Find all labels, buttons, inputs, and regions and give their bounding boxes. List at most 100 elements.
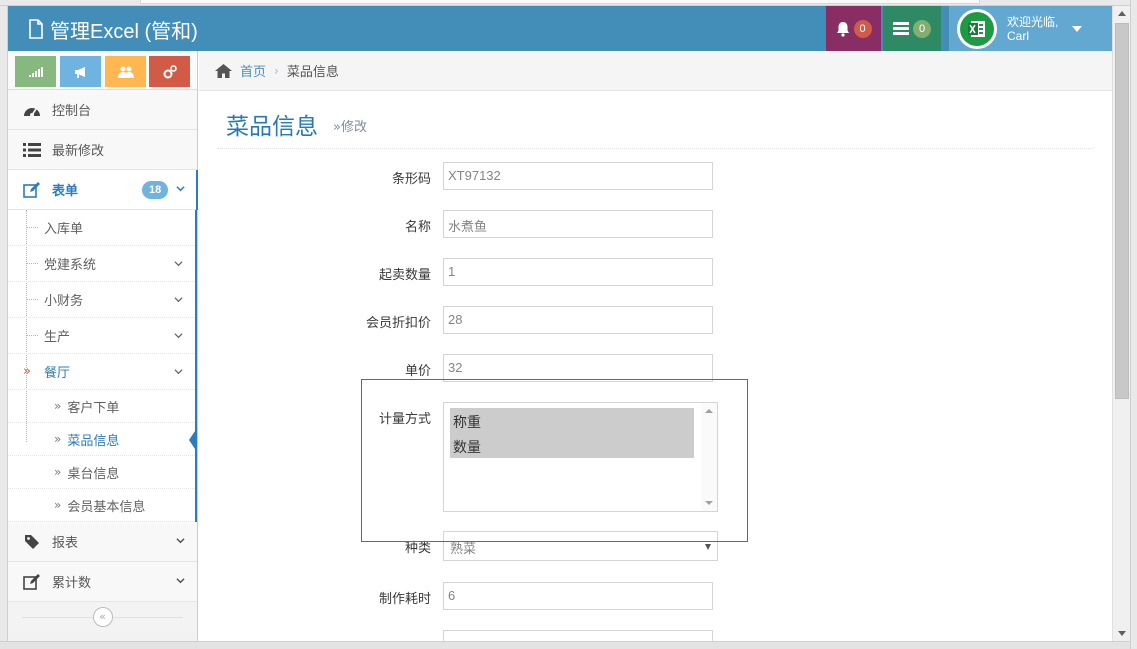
form-row-unit-price: 单价 32: [199, 354, 1112, 382]
prep-time-input[interactable]: 6: [443, 582, 713, 610]
sidebar-item-restaurant[interactable]: » 餐厅: [8, 354, 195, 390]
form-row-barcode: 条形码 XT97132: [199, 162, 1112, 190]
category-label: 种类: [404, 541, 431, 556]
forms-count-badge: 18: [142, 181, 169, 199]
breadcrumb-home-link[interactable]: 首页: [240, 61, 266, 80]
chevron-down-icon: [176, 578, 185, 584]
sidebar-item-label: 累计数: [52, 576, 92, 591]
sidebar-item-recent[interactable]: 最新修改: [8, 130, 197, 170]
unit-price-label: 单价: [404, 364, 431, 379]
caret-down-icon: [1072, 25, 1083, 32]
collapse-sidebar-button[interactable]: «: [92, 607, 113, 627]
form-row-min-qty: 起卖数量 1: [199, 258, 1112, 286]
double-angle-right-icon: »: [54, 498, 62, 512]
min-qty-input[interactable]: 1: [443, 258, 713, 286]
notifications-count: 0: [853, 19, 872, 38]
double-angle-right-icon: »: [54, 399, 62, 413]
double-angle-right-icon: »: [23, 364, 31, 379]
double-angle-right-icon: »: [54, 465, 62, 479]
sidebar-item-label: 表单: [52, 184, 79, 199]
cogs-icon: [163, 64, 177, 78]
shortcut-settings-button[interactable]: [149, 56, 190, 87]
sidebar-item-stock-in[interactable]: 入库单: [8, 210, 195, 246]
scroll-up-icon[interactable]: [1118, 11, 1126, 16]
document-icon: [29, 19, 43, 39]
sidebar-item-small-finance[interactable]: 小财务: [8, 282, 195, 318]
unit-price-input[interactable]: 32: [443, 354, 713, 382]
sidebar-item-production[interactable]: 生产: [8, 318, 195, 354]
scroll-down-icon[interactable]: [1118, 631, 1126, 636]
sidebar-item-table-info[interactable]: » 桌台信息: [8, 456, 195, 489]
barcode-label: 条形码: [391, 172, 431, 187]
page-subtitle: »修改: [333, 116, 367, 135]
shortcut-users-button[interactable]: [105, 56, 146, 87]
notifications-button[interactable]: 0: [826, 6, 881, 51]
category-select[interactable]: 熟菜: [443, 531, 718, 561]
tree-connector: [26, 263, 38, 264]
form-row-prep-time: 制作耗时 6: [199, 582, 1112, 610]
measure-option-weight[interactable]: 称重: [450, 408, 694, 433]
tree-connector: [26, 335, 38, 336]
form-row-member-price: 会员折扣价 28: [199, 306, 1112, 334]
form-row-name: 名称 水煮鱼: [199, 210, 1112, 238]
sidebar-item-label: 报表: [52, 536, 79, 551]
tasks-button[interactable]: 0: [883, 6, 941, 51]
category-selected-value: 熟菜: [450, 542, 477, 557]
sidebar-item-customer-order[interactable]: » 客户下单: [8, 390, 195, 423]
name-label: 名称: [404, 220, 431, 235]
listbox-scrollbar[interactable]: [701, 403, 717, 511]
sidebar-subitem-label: 餐厅: [44, 366, 71, 381]
scroll-up-icon: [705, 409, 713, 413]
tree-connector: [26, 299, 38, 300]
sidebar-item-cumulative[interactable]: 累计数: [8, 562, 197, 602]
measure-option-quantity[interactable]: 数量: [450, 433, 694, 458]
welcome-text: 欢迎光临, Carl: [1007, 15, 1058, 43]
sidebar-shortcuts: [8, 51, 197, 90]
main-content: 菜品信息 »修改 条形码 XT97132 名称 水煮鱼 起卖数量 1 会员折扣价…: [199, 91, 1112, 649]
edit-icon: [22, 181, 42, 199]
sidebar-item-dashboard[interactable]: 控制台: [8, 90, 197, 130]
sidebar-subitem-label: 菜品信息: [67, 433, 120, 449]
sidebar-subitem-label: 入库单: [44, 222, 84, 237]
bullhorn-icon: [74, 66, 85, 78]
name-input[interactable]: 水煮鱼: [443, 210, 713, 238]
excel-logo-icon: [960, 11, 994, 46]
prep-time-label: 制作耗时: [378, 592, 431, 607]
sidebar-subitem-label: 小财务: [44, 294, 84, 309]
chevron-down-icon: [174, 369, 183, 375]
user-name: Carl: [1007, 28, 1030, 43]
sidebar-item-reports[interactable]: 报表: [8, 522, 197, 562]
home-icon[interactable]: [215, 63, 232, 78]
breadcrumb-separator-icon: ›: [274, 63, 279, 78]
bell-icon: [836, 21, 849, 37]
sidebar-collapse-bar: «: [8, 602, 197, 632]
sidebar-item-member-info[interactable]: » 会员基本信息: [8, 489, 195, 522]
sidebar-item-label: 控制台: [52, 104, 92, 119]
tasks-icon: [893, 22, 909, 35]
users-icon: [117, 66, 134, 78]
brand[interactable]: 管理Excel (管和): [28, 14, 198, 44]
shortcut-announce-button[interactable]: [60, 56, 101, 87]
welcome-greeting: 欢迎光临,: [1007, 14, 1059, 29]
member-price-input[interactable]: 28: [443, 306, 713, 334]
sidebar-item-dish-info[interactable]: » 菜品信息: [8, 423, 197, 456]
page-subtitle-text: 修改: [340, 120, 367, 135]
scrollbar-thumb[interactable]: [1115, 23, 1129, 399]
page-scrollbar[interactable]: [1112, 6, 1130, 641]
member-price-label: 会员折扣价: [365, 316, 431, 331]
dashboard-icon: [22, 101, 42, 119]
shortcut-stats-button[interactable]: [15, 56, 56, 87]
edit-icon: [22, 573, 42, 591]
breadcrumb: 首页 › 菜品信息: [199, 51, 1112, 91]
brand-title: 管理Excel (管和): [50, 20, 198, 43]
barcode-input[interactable]: XT97132: [443, 162, 713, 190]
measure-multiselect[interactable]: 称重 数量: [443, 402, 718, 512]
sidebar-subitem-label: 生产: [44, 330, 71, 345]
page-title: 菜品信息: [226, 114, 318, 140]
sidebar-subitem-label: 客户下单: [67, 400, 120, 416]
sidebar-item-forms[interactable]: 表单 18: [8, 170, 198, 210]
sidebar-item-party-system[interactable]: 党建系统: [8, 246, 195, 282]
measure-label: 计量方式: [378, 412, 431, 427]
user-menu[interactable]: 欢迎光临, Carl: [949, 6, 1112, 51]
forms-submenu: 入库单 党建系统 小财务 生产 » 餐厅 » 客户下单 » 菜品信息 » 桌台信…: [8, 210, 197, 522]
